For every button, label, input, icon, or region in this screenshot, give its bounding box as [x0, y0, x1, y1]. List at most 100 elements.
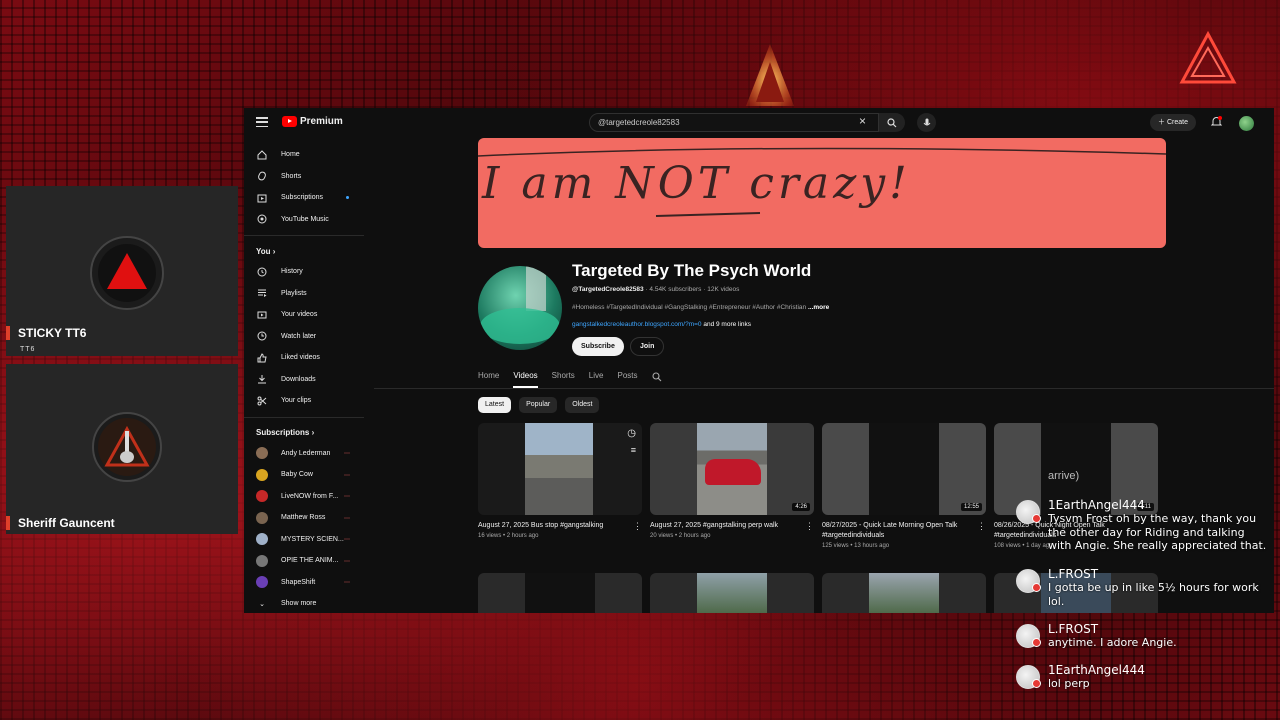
more-options-icon[interactable]: ⋮	[633, 521, 642, 532]
guitar-triangle-icon	[98, 418, 156, 476]
create-button[interactable]: ＋ Create	[1150, 114, 1196, 131]
tab-home[interactable]: Home	[478, 366, 499, 388]
chat-message: 1EarthAngel444 lol perp	[1014, 663, 1276, 699]
sidebar-item-shorts[interactable]: Shorts	[244, 166, 369, 188]
channel-link[interactable]: gangstalkedcreoleauthor.blogspot.com/?m=…	[572, 321, 702, 328]
sidebar-item-home[interactable]: Home	[244, 144, 369, 166]
youtube-badge-icon	[1032, 514, 1041, 523]
thumbnail-image	[697, 423, 767, 515]
youtube-logo[interactable]: Premium	[282, 116, 343, 127]
search-button[interactable]	[879, 113, 905, 132]
tab-posts[interactable]: Posts	[617, 366, 637, 388]
tab-shorts[interactable]: Shorts	[552, 366, 575, 388]
sidebar-item-your-videos[interactable]: Your videos	[244, 304, 369, 326]
sidebar-item-label: ShapeShift	[281, 578, 316, 586]
chevron-down-icon: ⌄	[259, 600, 265, 608]
sidebar-subscriptions-heading[interactable]: Subscriptions ›	[244, 423, 369, 443]
home-icon	[256, 149, 268, 161]
video-thumbnail[interactable]	[822, 573, 986, 613]
clips-icon	[256, 395, 268, 407]
voice-search-button[interactable]	[917, 113, 936, 132]
sidebar-subscription-item[interactable]: LiveNOW from F...	[244, 486, 369, 508]
sidebar-item-label: Show more	[281, 600, 317, 608]
channel-links: gangstalkedcreoleauthor.blogspot.com/?m=…	[572, 321, 751, 328]
video-title[interactable]: August 27, 2025 #gangstalking perp walk	[650, 521, 814, 531]
sidebar-item-label: YouTube Music	[281, 215, 329, 223]
sidebar-you-heading[interactable]: You ›	[244, 241, 369, 261]
sidebar-item-label: History	[281, 268, 303, 276]
chat-text: lol perp	[1048, 677, 1090, 690]
channel-avatar	[256, 576, 268, 589]
notifications-icon[interactable]	[1210, 116, 1223, 130]
thumbnail-image	[525, 423, 593, 515]
sidebar-subscription-item[interactable]: Matthew Ross	[244, 507, 369, 529]
chip-popular[interactable]: Popular	[519, 397, 558, 413]
sidebar-item-watch-later[interactable]: Watch later	[244, 326, 369, 348]
sidebar-item-label: Your clips	[281, 397, 312, 405]
add-to-queue-icon[interactable]: ≡	[631, 445, 636, 455]
sidebar-subscription-item[interactable]: OPIE THE ANIM...	[244, 550, 369, 572]
participant-name: STICKY TT6	[6, 326, 86, 340]
red-triangle-icon	[98, 244, 156, 302]
search-input[interactable]: @targetedcreole82583	[589, 113, 879, 132]
channel-avatar	[256, 511, 268, 524]
video-thumbnail[interactable]	[478, 573, 642, 613]
user-avatar[interactable]	[1239, 116, 1254, 131]
chip-latest[interactable]: Latest	[478, 397, 512, 413]
subscriptions-icon	[256, 192, 268, 204]
live-indicator	[344, 516, 350, 519]
video-card[interactable]: 12:55 08/27/2025 - Quick Late Morning Op…	[822, 423, 986, 549]
join-button[interactable]: Join	[630, 337, 665, 356]
sort-chips: Latest Popular Oldest	[478, 397, 600, 413]
search-icon	[887, 117, 897, 127]
video-thumbnail[interactable]: 12:55	[822, 423, 986, 515]
chat-text: anytime. I adore Angie.	[1048, 636, 1177, 649]
channel-avatar	[256, 490, 268, 503]
video-thumbnail[interactable]: 4:26	[650, 423, 814, 515]
youtube-badge-icon	[1032, 583, 1041, 592]
channel-title: Targeted By The Psych World	[572, 261, 812, 280]
more-options-icon[interactable]: ⋮	[805, 521, 814, 532]
chat-author: 1EarthAngel444	[1048, 663, 1145, 677]
tab-live[interactable]: Live	[589, 366, 604, 388]
sidebar-show-more[interactable]: ⌄ Show more	[244, 593, 369, 613]
video-thumbnail[interactable]	[650, 573, 814, 613]
video-title[interactable]: 08/27/2025 - Quick Late Morning Open Tal…	[822, 521, 986, 541]
sidebar-item-youtube-music[interactable]: YouTube Music	[244, 209, 369, 231]
video-card[interactable]: ◷ ≡ August 27, 2025 Bus stop #gangstalki…	[478, 423, 642, 539]
more-links[interactable]: and 9 more links	[703, 321, 751, 328]
live-indicator	[344, 538, 350, 541]
sidebar-item-history[interactable]: History	[244, 261, 369, 283]
sidebar-subscription-item[interactable]: Baby Cow	[244, 464, 369, 486]
video-card[interactable]: 4:26 August 27, 2025 #gangstalking perp …	[650, 423, 814, 539]
channel-tabs: Home Videos Shorts Live Posts	[478, 366, 676, 388]
clear-search-icon[interactable]: ×	[859, 115, 866, 127]
tab-videos[interactable]: Videos	[513, 366, 538, 388]
description-more-link[interactable]: ...more	[808, 304, 829, 311]
playlists-icon	[256, 287, 268, 299]
sidebar-item-liked-videos[interactable]: Liked videos	[244, 347, 369, 369]
sidebar-subscription-item[interactable]: Andy Lederman	[244, 443, 369, 465]
video-thumbnail[interactable]: ◷ ≡	[478, 423, 642, 515]
participant-card: Sheriff Gauncent	[6, 364, 238, 534]
sidebar-item-subscriptions[interactable]: Subscriptions	[244, 187, 369, 209]
sidebar-item-your-clips[interactable]: Your clips	[244, 390, 369, 412]
menu-icon[interactable]	[256, 117, 268, 128]
sidebar-item-playlists[interactable]: Playlists	[244, 283, 369, 305]
sidebar-subscription-item[interactable]: MYSTERY SCIEN...	[244, 529, 369, 551]
video-meta: 125 views • 13 hours ago	[822, 543, 890, 549]
sidebar-item-downloads[interactable]: Downloads	[244, 369, 369, 391]
sidebar-item-label: Liked videos	[281, 354, 320, 362]
watch-later-icon[interactable]: ◷	[627, 428, 636, 439]
chevron-right-icon: ›	[272, 246, 276, 256]
divider	[244, 416, 364, 418]
live-indicator	[344, 473, 350, 476]
youtube-badge-icon	[1032, 638, 1041, 647]
video-title[interactable]: August 27, 2025 Bus stop #gangstalking	[478, 521, 642, 531]
channel-description[interactable]: #Homeless #TargetedIndividual #GangStalk…	[572, 304, 829, 311]
chip-oldest[interactable]: Oldest	[565, 397, 600, 413]
channel-search-icon[interactable]	[651, 366, 662, 388]
subscribe-button[interactable]: Subscribe	[572, 337, 624, 356]
sidebar-subscription-item[interactable]: ShapeShift	[244, 572, 369, 594]
more-options-icon[interactable]: ⋮	[977, 521, 986, 532]
